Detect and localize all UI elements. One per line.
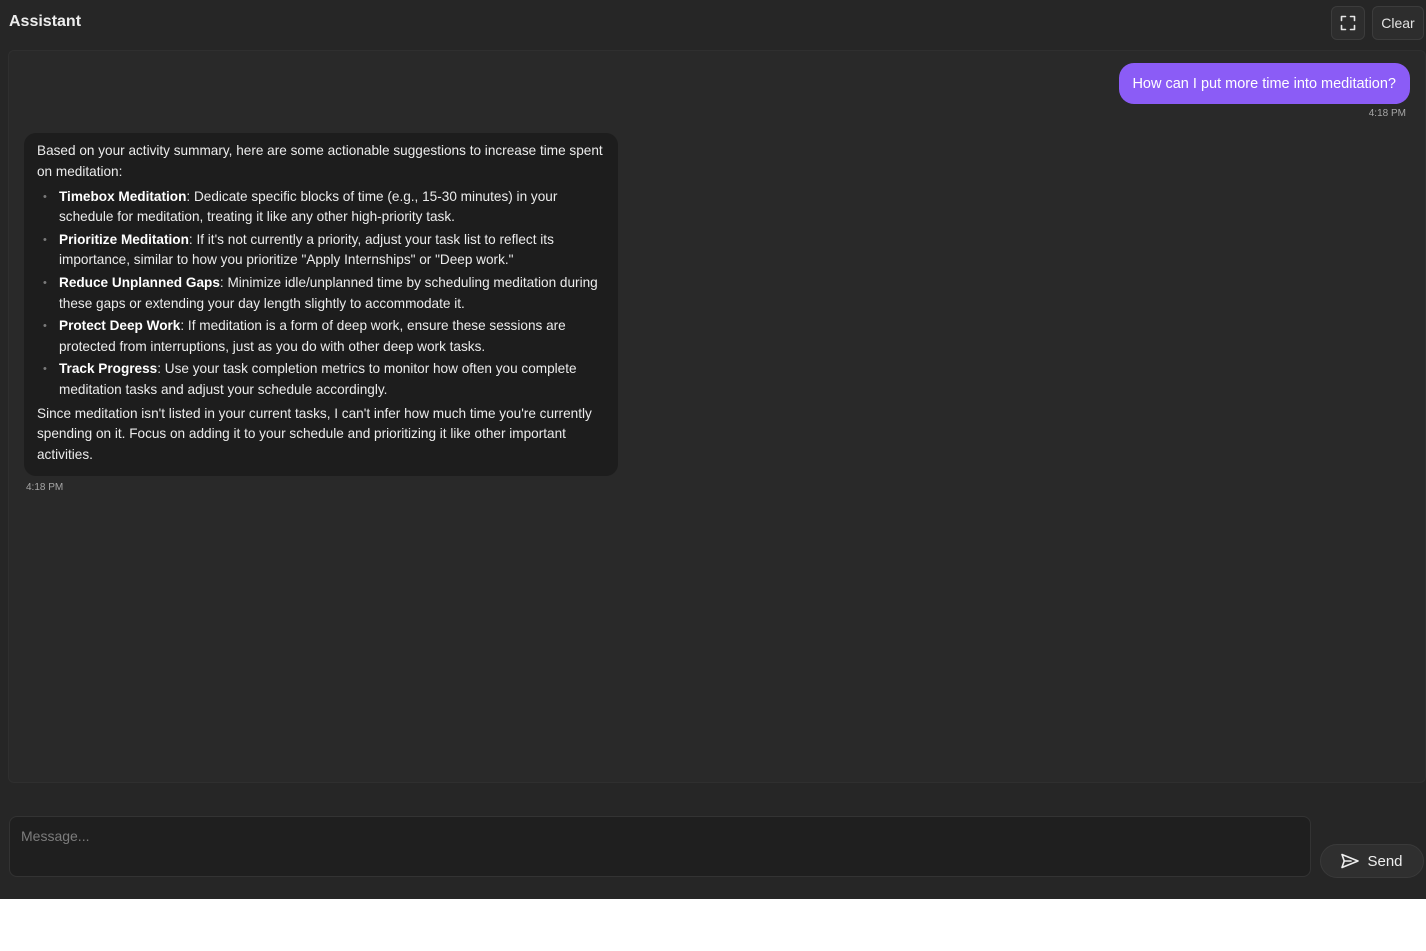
list-item: • Timebox Meditation: Dedicate specific b… [37, 187, 606, 229]
assistant-app: Assistant Clear How can I put more time … [0, 0, 1426, 899]
bullet-icon: • [43, 233, 47, 246]
list-item: • Protect Deep Work: If meditation is a f… [37, 316, 606, 358]
suggestion-title: Prioritize Meditation [59, 231, 189, 247]
message-input[interactable] [10, 817, 1310, 876]
fullscreen-button[interactable] [1331, 6, 1365, 40]
chat-panel[interactable]: How can I put more time into meditation?… [8, 50, 1426, 783]
send-icon [1341, 853, 1360, 869]
list-item: • Track Progress: Use your task completio… [37, 359, 606, 401]
bullet-icon: • [43, 319, 47, 332]
assistant-message-time: 4:18 PM [26, 482, 64, 493]
user-message: How can I put more time into meditation? [1119, 63, 1410, 104]
page-title: Assistant [9, 13, 82, 30]
assistant-outro: Since meditation isn't listed in your cu… [37, 405, 592, 463]
header: Assistant Clear [0, 0, 1426, 48]
list-item: • Reduce Unplanned Gaps: Minimize idle/un… [37, 273, 606, 315]
clear-button[interactable]: Clear [1372, 6, 1424, 40]
bullet-icon: • [43, 362, 47, 375]
fullscreen-icon [1340, 15, 1356, 31]
suggestion-list: • Timebox Meditation: Dedicate specific b… [37, 187, 606, 401]
suggestion-title: Reduce Unplanned Gaps [59, 274, 220, 290]
user-message-time: 4:18 PM [1368, 108, 1406, 119]
assistant-message: Based on your activity summary, here are… [24, 133, 618, 476]
suggestion-title: Track Progress [59, 360, 158, 376]
bullet-icon: • [43, 276, 47, 289]
suggestion-title: Protect Deep Work [59, 317, 181, 333]
assistant-intro: Based on your activity summary, here are… [37, 143, 603, 179]
send-label: Send [1367, 852, 1403, 870]
suggestion-title: Timebox Meditation [59, 188, 187, 204]
message-input-container [9, 816, 1311, 877]
send-button[interactable]: Send [1320, 844, 1424, 878]
list-item: • Prioritize Meditation: If it's not curr… [37, 230, 606, 272]
bullet-icon: • [43, 190, 47, 203]
